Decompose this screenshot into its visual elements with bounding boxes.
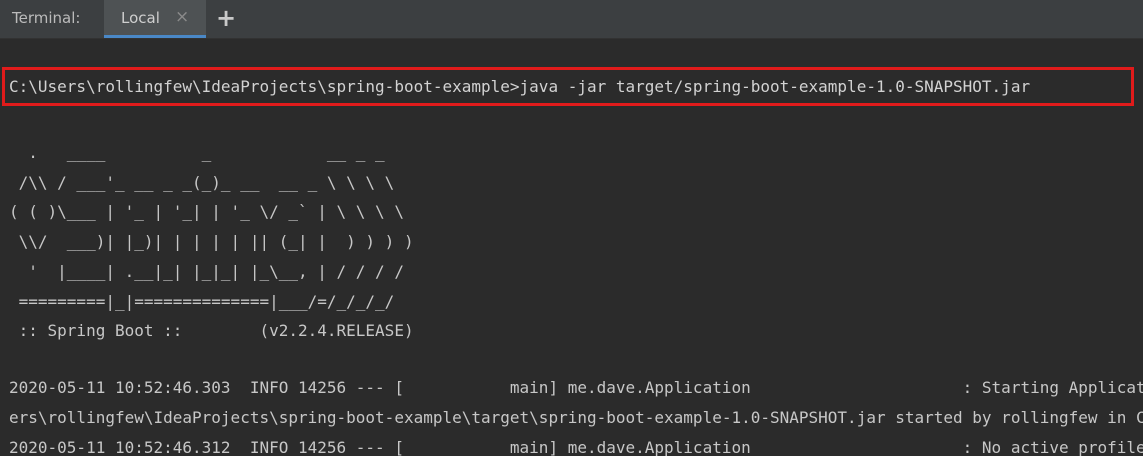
tab-local-label: Local [121,9,160,27]
command-highlight-box [2,67,1134,106]
banner-line: . ____ _ __ _ _ [9,143,385,162]
terminal-tab-bar: Terminal: Local × + [0,0,1143,39]
log-line: ers\rollingfew\IdeaProjects\spring-boot-… [9,408,1143,427]
banner-line: /\\ / ___'_ __ _ _(_)_ __ __ _ \ \ \ \ [9,173,395,192]
tool-window-title: Terminal: [12,9,81,27]
banner-line: ( ( )\___ | '_ | '_| | '_ \/ _` | \ \ \ … [9,202,404,221]
tab-local[interactable]: Local × [104,0,206,38]
banner-line: \\/ ___)| |_)| | | | | || (_| | ) ) ) ) [9,232,414,251]
log-line: 2020-05-11 10:52:46.312 INFO 14256 --- [… [9,438,1143,456]
spring-boot-version-line: :: Spring Boot :: (v2.2.4.RELEASE) [9,321,414,340]
terminal-output[interactable]: C:\Users\rollingfew\IdeaProjects\spring-… [0,39,1143,456]
plus-icon[interactable]: + [216,4,236,32]
banner-line: =========|_|==============|___/=/_/_/_/ [9,292,395,311]
terminal-tool-window: Terminal: Local × + C:\Users\rollingfew\… [0,0,1143,456]
banner-line: ' |____| .__|_| |_|_| |_\__, | / / / / [9,262,404,281]
close-icon[interactable]: × [175,7,189,27]
log-line: 2020-05-11 10:52:46.303 INFO 14256 --- [… [9,378,1143,397]
